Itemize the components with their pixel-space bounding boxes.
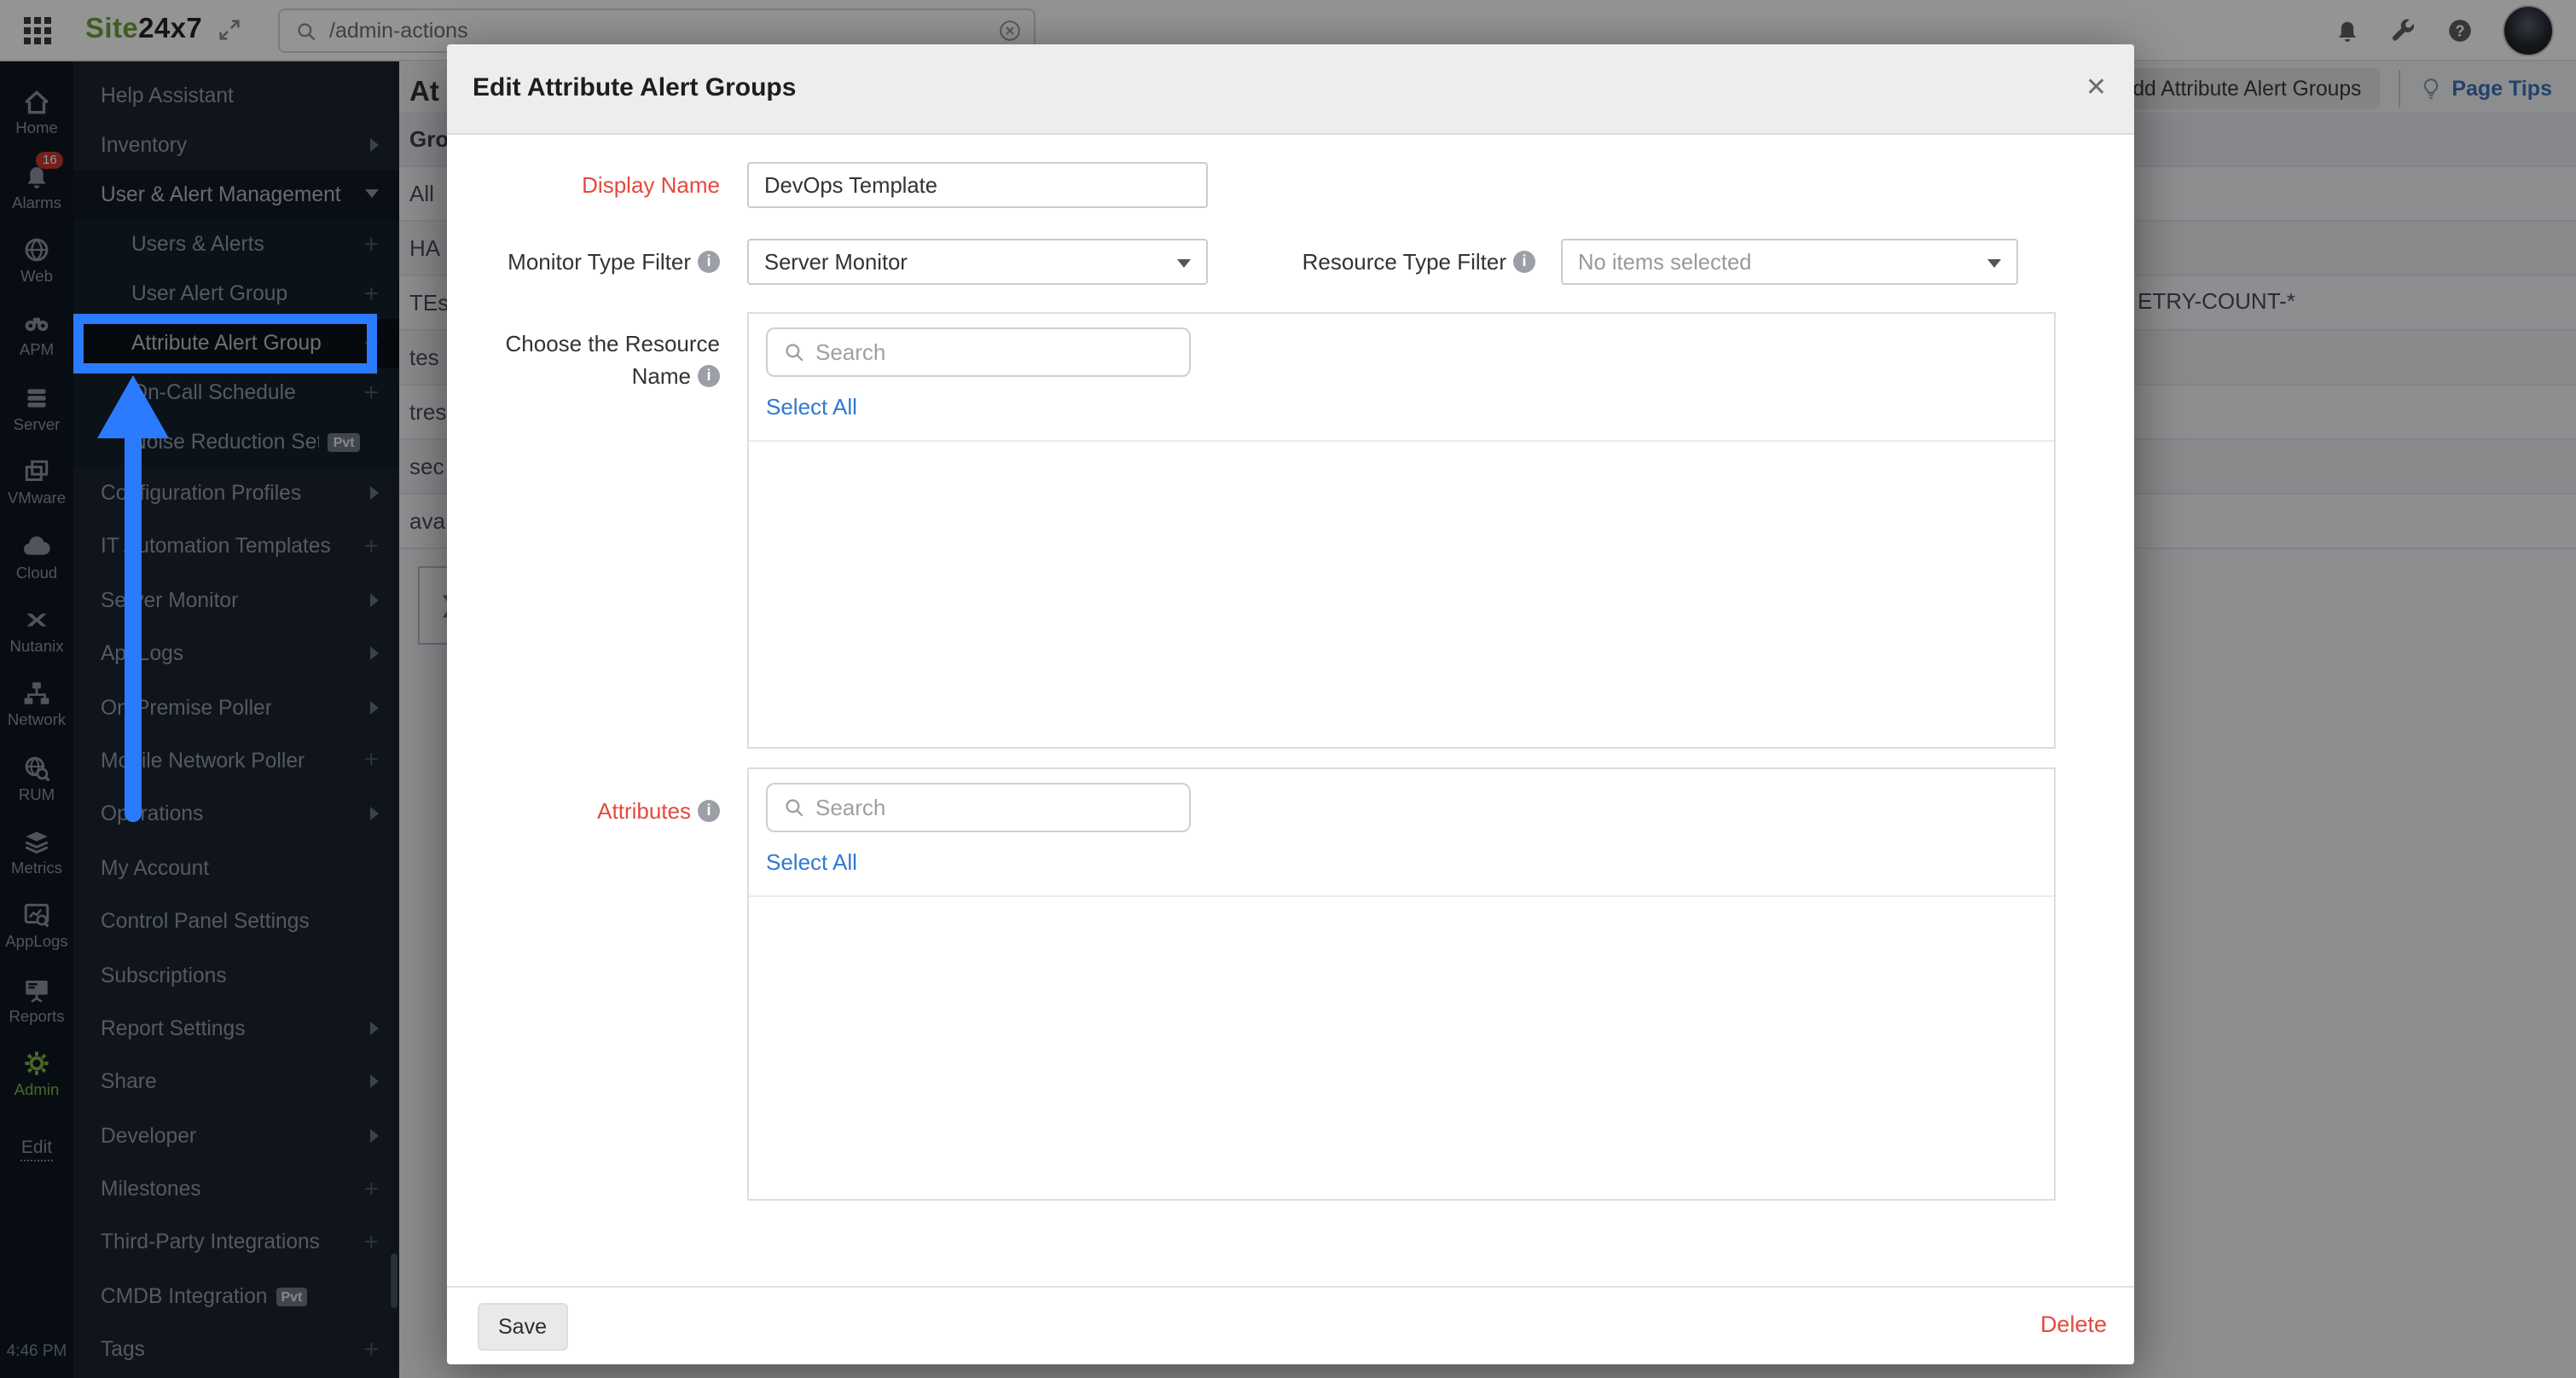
resource-list bbox=[749, 440, 2054, 442]
attributes-search-input[interactable]: Search bbox=[766, 783, 1191, 832]
display-name-label: Display Name bbox=[582, 172, 720, 198]
attributes-label: Attributes i bbox=[447, 795, 720, 825]
resource-picker-panel: Search Select All bbox=[747, 312, 2056, 749]
annotation-arrow-head bbox=[97, 375, 169, 438]
info-icon[interactable]: i bbox=[698, 364, 720, 386]
app-root: At Add Attribute Alert Groups Page Tips … bbox=[0, 0, 2576, 1378]
modal-header: Edit Attribute Alert Groups ✕ bbox=[447, 44, 2134, 135]
info-icon[interactable]: i bbox=[698, 251, 720, 273]
attributes-list bbox=[749, 895, 2054, 897]
delete-button[interactable]: Delete bbox=[2040, 1311, 2107, 1337]
search-icon bbox=[783, 341, 805, 363]
monitor-type-filter-label: Monitor Type Filter i bbox=[447, 239, 720, 285]
search-icon bbox=[783, 796, 805, 819]
footer-divider bbox=[447, 1286, 2134, 1288]
resource-name-label-line2: Name i bbox=[447, 360, 720, 391]
annotation-arrow-shaft bbox=[125, 433, 142, 822]
attributes-select-all-link[interactable]: Select All bbox=[766, 849, 857, 875]
save-button[interactable]: Save bbox=[478, 1303, 567, 1351]
info-icon[interactable]: i bbox=[1513, 251, 1535, 273]
close-icon[interactable]: ✕ bbox=[2086, 72, 2107, 102]
resource-search-input[interactable]: Search bbox=[766, 327, 1191, 377]
resource-type-filter-select[interactable]: No items selected bbox=[1561, 239, 2018, 285]
info-icon[interactable]: i bbox=[698, 799, 720, 821]
display-name-input[interactable]: DevOps Template bbox=[747, 162, 1208, 208]
modal-title: Edit Attribute Alert Groups bbox=[473, 73, 797, 102]
edit-attribute-alert-groups-modal: Edit Attribute Alert Groups ✕ Display Na… bbox=[447, 44, 2134, 1364]
monitor-type-filter-select[interactable]: Server Monitor bbox=[747, 239, 1208, 285]
resource-type-filter-label: Resource Type Filter i bbox=[1262, 239, 1535, 285]
annotation-highlight-box bbox=[73, 314, 377, 373]
attributes-picker-panel: Search Select All bbox=[747, 767, 2056, 1201]
resource-select-all-link[interactable]: Select All bbox=[766, 394, 857, 420]
resource-name-label-line1: Choose the Resource bbox=[505, 330, 721, 356]
